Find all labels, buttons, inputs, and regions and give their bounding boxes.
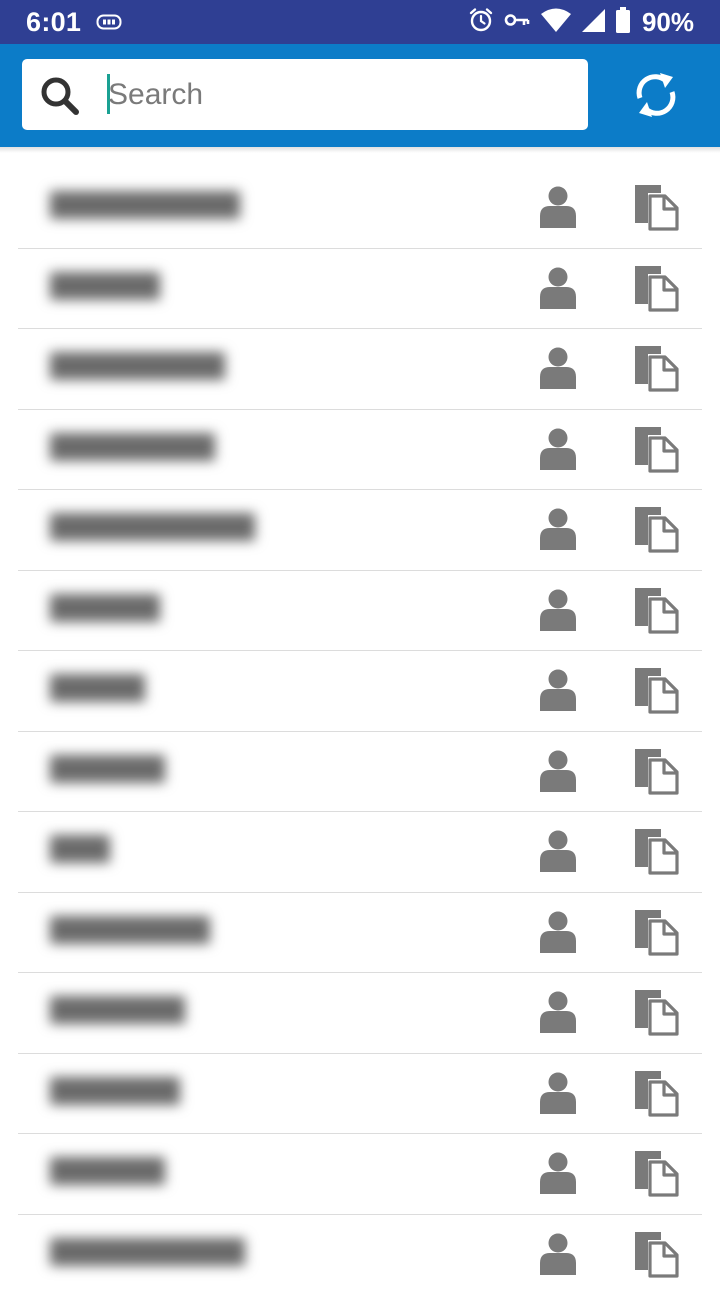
search-icon <box>38 74 82 118</box>
copy-icon[interactable] <box>631 425 679 473</box>
list-item-name-redacted: ▇▇▇▇▇▇▇▇▇▇ <box>50 591 160 622</box>
list-item-name-redacted: ▇▇▇▇▇▇▇▇▇▇ <box>50 1074 180 1105</box>
list-item-name-redacted: ▇▇▇▇▇▇▇▇▇▇ <box>50 1154 165 1185</box>
copy-icon[interactable] <box>631 1149 679 1197</box>
list-item-name-redacted: ▇▇▇▇▇▇▇▇▇▇ <box>50 430 215 461</box>
list-item[interactable]: ▇▇▇▇▇▇▇▇▇▇ <box>18 812 702 893</box>
list-item[interactable]: ▇▇▇▇▇▇▇▇▇▇ <box>18 329 702 410</box>
copy-icon[interactable] <box>631 264 679 312</box>
search-input[interactable] <box>108 67 568 123</box>
list-item-name-redacted: ▇▇▇▇▇▇▇▇▇▇ <box>50 1235 245 1266</box>
contact-list: ▇▇▇▇▇▇▇▇▇▇ ▇▇▇▇▇▇▇▇▇▇ <box>0 168 720 1295</box>
list-item[interactable]: ▇▇▇▇▇▇▇▇▇▇ <box>18 893 702 974</box>
status-icons: 90% <box>468 6 694 38</box>
copy-icon[interactable] <box>631 988 679 1036</box>
wifi-icon <box>540 7 572 38</box>
list-item-name-redacted: ▇▇▇▇▇▇▇▇▇▇ <box>50 349 225 380</box>
person-icon[interactable] <box>540 1233 576 1275</box>
copy-icon[interactable] <box>631 1069 679 1117</box>
person-icon[interactable] <box>540 1072 576 1114</box>
copy-icon[interactable] <box>631 586 679 634</box>
list-item[interactable]: ▇▇▇▇▇▇▇▇▇▇ <box>18 249 702 330</box>
person-icon[interactable] <box>540 830 576 872</box>
list-item[interactable]: ▇▇▇▇▇▇▇▇▇▇ <box>18 490 702 571</box>
list-item-name-redacted: ▇▇▇▇▇▇▇▇▇▇ <box>50 671 145 702</box>
list-item[interactable]: ▇▇▇▇▇▇▇▇▇▇ <box>18 571 702 652</box>
app-bar-shadow <box>0 147 720 153</box>
network-id-icon <box>96 13 122 36</box>
copy-icon[interactable] <box>631 666 679 714</box>
list-item[interactable]: ▇▇▇▇▇▇▇▇▇▇ <box>18 410 702 491</box>
vpn-key-icon <box>504 11 530 34</box>
list-item[interactable]: ▇▇▇▇▇▇▇▇▇▇ <box>18 732 702 813</box>
list-item[interactable]: ▇▇▇▇▇▇▇▇▇▇ <box>18 973 702 1054</box>
list-item-name-redacted: ▇▇▇▇▇▇▇▇▇▇ <box>50 913 210 944</box>
battery-icon <box>616 7 630 38</box>
list-item[interactable]: ▇▇▇▇▇▇▇▇▇▇ <box>18 168 702 249</box>
app-bar <box>0 44 720 147</box>
list-item-name-redacted: ▇▇▇▇▇▇▇▇▇▇ <box>50 510 255 541</box>
person-icon[interactable] <box>540 428 576 470</box>
person-icon[interactable] <box>540 750 576 792</box>
person-icon[interactable] <box>540 991 576 1033</box>
list-item-name-redacted: ▇▇▇▇▇▇▇▇▇▇ <box>50 993 185 1024</box>
copy-icon[interactable] <box>631 344 679 392</box>
list-item[interactable]: ▇▇▇▇▇▇▇▇▇▇ <box>18 651 702 732</box>
status-time: 6:01 <box>26 7 81 38</box>
battery-percent: 90% <box>642 7 694 38</box>
copy-icon[interactable] <box>631 505 679 553</box>
alarm-icon <box>468 7 494 38</box>
list-item-name-redacted: ▇▇▇▇▇▇▇▇▇▇ <box>50 832 110 863</box>
list-item[interactable]: ▇▇▇▇▇▇▇▇▇▇ <box>18 1054 702 1135</box>
search-box[interactable] <box>22 59 588 130</box>
person-icon[interactable] <box>540 1152 576 1194</box>
list-item-name-redacted: ▇▇▇▇▇▇▇▇▇▇ <box>50 752 165 783</box>
list-item-name-redacted: ▇▇▇▇▇▇▇▇▇▇ <box>50 269 160 300</box>
list-item[interactable]: ▇▇▇▇▇▇▇▇▇▇ <box>18 1134 702 1215</box>
person-icon[interactable] <box>540 347 576 389</box>
list-item-name-redacted: ▇▇▇▇▇▇▇▇▇▇ <box>50 188 240 219</box>
person-icon[interactable] <box>540 669 576 711</box>
copy-icon[interactable] <box>631 183 679 231</box>
person-icon[interactable] <box>540 508 576 550</box>
person-icon[interactable] <box>540 267 576 309</box>
status-bar: 6:01 <box>0 0 720 44</box>
list-item[interactable]: ▇▇▇▇▇▇▇▇▇▇ <box>18 1215 702 1295</box>
copy-icon[interactable] <box>631 908 679 956</box>
person-icon[interactable] <box>540 186 576 228</box>
signal-icon <box>582 7 606 38</box>
person-icon[interactable] <box>540 589 576 631</box>
copy-icon[interactable] <box>631 827 679 875</box>
person-icon[interactable] <box>540 911 576 953</box>
sync-icon[interactable] <box>630 67 682 123</box>
copy-icon[interactable] <box>631 747 679 795</box>
copy-icon[interactable] <box>631 1230 679 1278</box>
